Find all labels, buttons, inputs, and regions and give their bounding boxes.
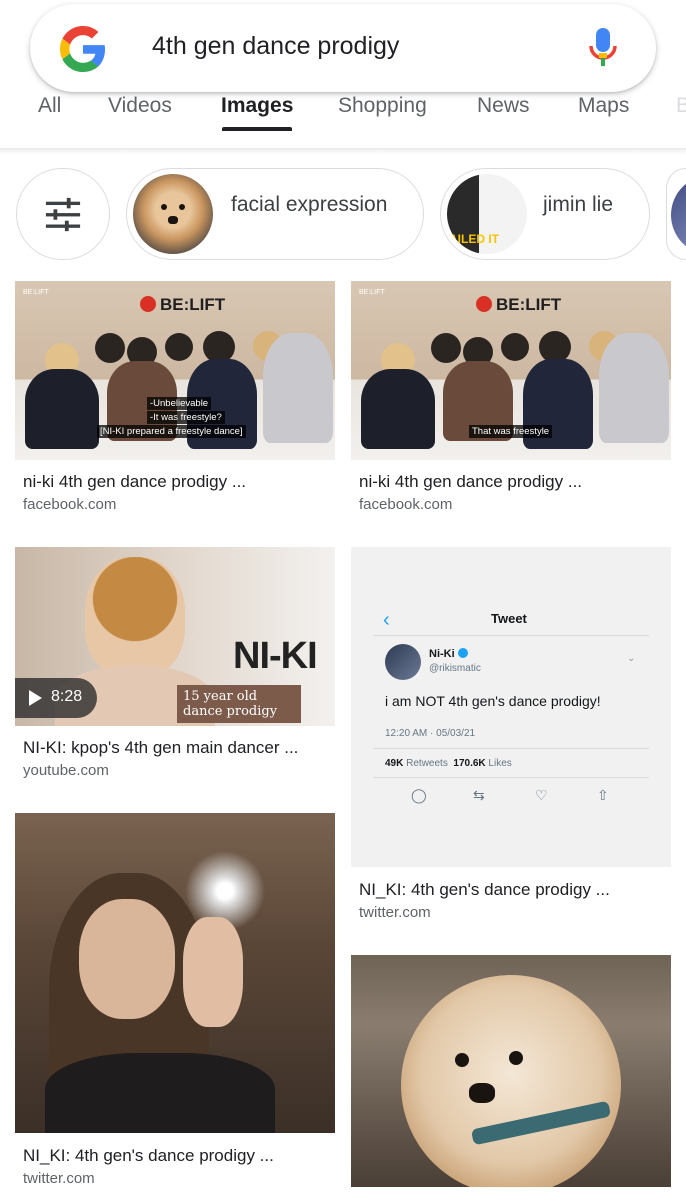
result-title[interactable]: NI_KI: 4th gen's dance prodigy ...	[23, 1146, 274, 1166]
chip-more[interactable]	[666, 168, 686, 260]
thumbnail-heading: NI-KI	[233, 635, 318, 677]
chevron-down-icon: ⌄	[627, 653, 636, 664]
verified-icon	[457, 648, 468, 658]
face	[79, 899, 175, 1019]
result-thumbnail[interactable]: NI-KI 15 year old dance prodigy 8:28	[15, 547, 335, 726]
result-thumbnail[interactable]: ‹ Tweet Ni-Ki @rikismatic ⌄ i am NOT 4th…	[351, 547, 671, 867]
video-subtitle: -It was freestyle?	[147, 411, 225, 424]
tweet-text: i am NOT 4th gen's dance prodigy!	[385, 693, 601, 709]
image-result[interactable]	[351, 955, 671, 1195]
like-icon: ♡	[535, 787, 548, 803]
channel-tag: BE:LIFT	[23, 289, 49, 296]
reply-icon: ◯	[411, 787, 427, 803]
video-subtitle: -Unbelievable	[147, 397, 212, 410]
share-icon: ⇧	[597, 787, 609, 803]
video-subtitle: That was freestyle	[469, 425, 553, 438]
video-duration: 8:28	[51, 688, 83, 705]
channel-tag: BE:LIFT	[359, 289, 385, 296]
search-tabs: All Videos Images Shopping News Maps B	[0, 92, 686, 148]
tweet-timestamp: 12:20 AM · 05/03/21	[385, 728, 476, 739]
filter-tools-button[interactable]	[16, 168, 110, 260]
tab-shopping[interactable]: Shopping	[338, 94, 427, 118]
result-source[interactable]: youtube.com	[23, 762, 109, 779]
image-result[interactable]: NI_KI: 4th gen's dance prodigy ... twitt…	[15, 813, 335, 1193]
result-thumbnail[interactable]: BE:LIFT BE:LIFT -Unbelievable -It was fr…	[15, 281, 335, 460]
tab-maps[interactable]: Maps	[578, 94, 629, 118]
tab-images[interactable]: Images	[221, 94, 293, 118]
result-title[interactable]: ni-ki 4th gen dance prodigy ...	[23, 472, 246, 492]
tune-icon	[45, 197, 81, 232]
hand	[183, 917, 243, 1027]
shirt	[45, 1053, 275, 1133]
brand-logo: BE:LIFT	[476, 295, 561, 315]
result-title[interactable]: ni-ki 4th gen dance prodigy ...	[359, 472, 582, 492]
video-subtitle: [NI-KI prepared a freestyle dance]	[97, 425, 246, 438]
image-result[interactable]: NI-KI 15 year old dance prodigy 8:28 NI-…	[15, 547, 335, 787]
tweet-stats: 49K Retweets 170.6K Likes	[385, 758, 512, 769]
image-result[interactable]: ‹ Tweet Ni-Ki @rikismatic ⌄ i am NOT 4th…	[351, 547, 671, 927]
divider	[373, 777, 649, 778]
chip-label: facial expression	[231, 193, 388, 216]
retweet-icon: ⇆	[473, 787, 485, 803]
image-result[interactable]: BE:LIFT BE:LIFT -Unbelievable -It was fr…	[15, 281, 335, 521]
result-source[interactable]: facebook.com	[359, 496, 452, 513]
chip-label: jimin lie	[543, 193, 614, 216]
tab-all[interactable]: All	[38, 94, 61, 118]
active-tab-indicator	[222, 127, 292, 131]
tab-books[interactable]: B	[676, 94, 686, 118]
search-bar[interactable]: 4th gen dance prodigy	[30, 4, 656, 92]
avatar	[385, 644, 421, 680]
chip-thumbnail-text: AILED IT	[449, 232, 499, 246]
tabs-divider	[0, 148, 686, 154]
divider	[373, 748, 649, 749]
portrait	[85, 557, 185, 677]
tweet-handle: @rikismatic	[429, 663, 481, 674]
tweet-header: Tweet	[491, 611, 527, 626]
search-input[interactable]: 4th gen dance prodigy	[152, 32, 399, 61]
result-source[interactable]: twitter.com	[359, 904, 431, 921]
result-thumbnail[interactable]	[15, 813, 335, 1133]
tab-videos[interactable]: Videos	[108, 94, 172, 118]
chip-jimin-lie[interactable]: AILED IT jimin lie	[440, 168, 650, 260]
result-thumbnail[interactable]	[351, 955, 671, 1187]
result-title[interactable]: NI_KI: 4th gen's dance prodigy ...	[359, 880, 610, 900]
tweet-author-name: Ni-Ki	[429, 648, 468, 660]
video-duration-badge: 8:28	[15, 678, 97, 718]
tab-news[interactable]: News	[477, 94, 530, 118]
thumbnail-caption: 15 year old dance prodigy	[177, 685, 301, 723]
brand-logo: BE:LIFT	[140, 295, 225, 315]
chip-thumbnail: AILED IT	[447, 174, 527, 254]
back-arrow-icon: ‹	[383, 609, 390, 631]
result-thumbnail[interactable]: BE:LIFT BE:LIFT That was freestyle	[351, 281, 671, 460]
microphone-icon[interactable]	[588, 26, 618, 70]
result-title[interactable]: NI-KI: kpop's 4th gen main dancer ...	[23, 738, 298, 758]
google-logo-icon[interactable]	[60, 26, 106, 72]
chip-thumbnail	[133, 174, 213, 254]
dog	[401, 975, 621, 1187]
result-source[interactable]: twitter.com	[23, 1170, 95, 1187]
image-result[interactable]: BE:LIFT BE:LIFT That was freestyle ni-ki…	[351, 281, 671, 521]
divider	[373, 635, 649, 636]
play-icon	[29, 690, 42, 706]
result-source[interactable]: facebook.com	[23, 496, 116, 513]
chip-facial-expression[interactable]: facial expression	[126, 168, 424, 260]
